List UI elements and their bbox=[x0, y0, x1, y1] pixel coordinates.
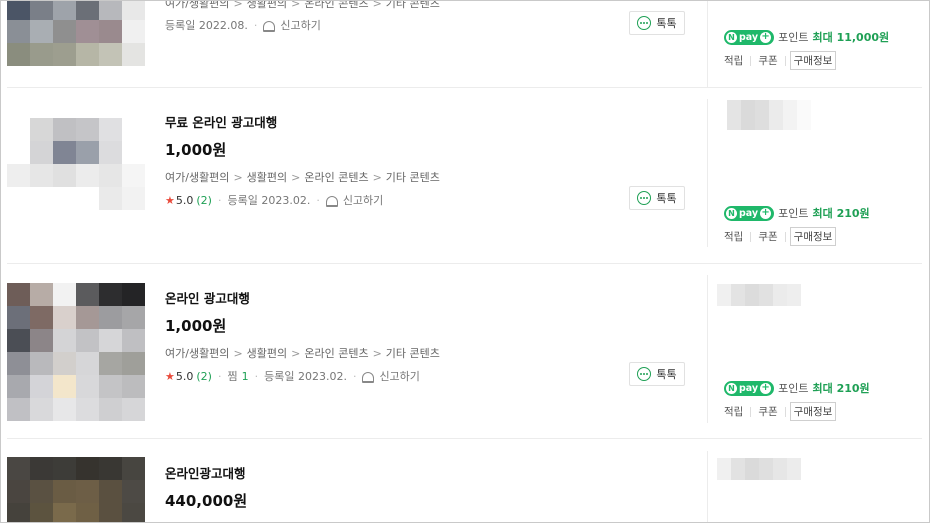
product-title[interactable]: 온라인 광고대행 bbox=[165, 288, 250, 307]
coupon-link[interactable]: 쿠폰 bbox=[758, 404, 777, 419]
talk-talk-button[interactable]: 톡톡 bbox=[629, 186, 685, 210]
category-path: 여가/생활편의 > 생활편의 > 온라인 콘텐츠 > 기타 콘텐츠 bbox=[165, 347, 440, 360]
chat-bubble-icon bbox=[637, 16, 652, 30]
category-item[interactable]: 온라인 콘텐츠 bbox=[304, 347, 368, 360]
report-link[interactable]: 신고하기 bbox=[379, 368, 419, 384]
column-divider bbox=[707, 1, 708, 87]
purchase-info-button[interactable]: 구매정보 bbox=[789, 51, 837, 70]
benefit-links: 적립 쿠폰 구매정보 bbox=[724, 227, 837, 246]
shopping-results-list: 여가/생활편의 > 생활편의 > 온라인 콘텐츠 > 기타 콘텐츠 등록일 2022.08.… bbox=[0, 0, 930, 523]
coupon-link[interactable]: 쿠폰 bbox=[758, 229, 777, 244]
benefit-links: 적립 쿠폰 구매정보 bbox=[724, 51, 837, 70]
row-separator bbox=[7, 87, 922, 88]
category-item[interactable]: 온라인 콘텐츠 bbox=[304, 171, 368, 184]
registration-date: 등록일 2023.02. bbox=[264, 370, 347, 383]
row-separator bbox=[7, 438, 922, 439]
registration-date: 등록일 2022.08. bbox=[165, 19, 248, 32]
benefit-links: 적립 쿠폰 구매정보 bbox=[724, 402, 837, 421]
report-bell-icon[interactable] bbox=[263, 20, 276, 32]
report-bell-icon[interactable] bbox=[325, 195, 338, 207]
purchase-info-button[interactable]: 구매정보 bbox=[789, 227, 837, 246]
category-item[interactable]: 여가/생활편의 bbox=[165, 347, 229, 360]
listing-meta: 등록일 2022.08. · 신고하기 bbox=[165, 17, 321, 33]
star-icon: ★ bbox=[165, 369, 175, 383]
category-item[interactable]: 생활편의 bbox=[247, 347, 287, 360]
category-item[interactable]: 기타 콘텐츠 bbox=[386, 347, 440, 360]
wish-count: 1 bbox=[241, 369, 249, 383]
purchase-info-button[interactable]: 구매정보 bbox=[789, 402, 837, 421]
product-thumbnail-4[interactable] bbox=[7, 457, 145, 522]
product-thumbnail-2[interactable] bbox=[7, 118, 145, 233]
talk-talk-button[interactable]: 톡톡 bbox=[629, 362, 685, 386]
review-count[interactable]: (2) bbox=[196, 370, 212, 383]
report-link[interactable]: 신고하기 bbox=[280, 17, 320, 33]
naverpay-point-info: Npay + 포인트 최대 210원 bbox=[724, 205, 870, 221]
category-path: 여가/생활편의 > 생활편의 > 온라인 콘텐츠 > 기타 콘텐츠 bbox=[165, 171, 440, 184]
naverpay-point-info: Npay + 포인트 최대 11,000원 bbox=[724, 29, 889, 45]
rating-score: 5.0 bbox=[175, 193, 194, 207]
product-thumbnail-3[interactable] bbox=[7, 283, 145, 421]
report-bell-icon[interactable] bbox=[362, 371, 375, 383]
column-divider bbox=[707, 99, 708, 247]
category-item[interactable]: 생활편의 bbox=[247, 171, 287, 184]
earn-link[interactable]: 적립 bbox=[724, 53, 743, 68]
product-title[interactable]: 무료 온라인 광고대행 bbox=[165, 112, 277, 131]
column-divider bbox=[707, 451, 708, 522]
category-item[interactable]: 여가/생활편의 bbox=[165, 171, 229, 184]
seller-name-blurred bbox=[727, 100, 811, 130]
naverpay-icon: Npay + bbox=[724, 29, 775, 45]
naverpay-icon: Npay + bbox=[724, 380, 775, 396]
product-price: 440,000원 bbox=[165, 492, 248, 510]
wish-label: 찜 bbox=[227, 370, 238, 383]
star-icon: ★ bbox=[165, 193, 175, 207]
seller-name-blurred bbox=[717, 284, 801, 306]
category-path: 여가/생활편의 > 생활편의 > 온라인 콘텐츠 > 기타 콘텐츠 bbox=[165, 0, 440, 10]
chat-bubble-icon bbox=[637, 191, 652, 205]
listing-meta: ★ 5.0 (2) · 등록일 2023.02. · 신고하기 bbox=[165, 192, 384, 208]
registration-date: 등록일 2023.02. bbox=[227, 194, 311, 207]
product-price: 1,000원 bbox=[165, 317, 227, 335]
product-price: 1,000원 bbox=[165, 141, 227, 159]
product-title[interactable]: 온라인광고대행 bbox=[165, 463, 246, 482]
naverpay-point-info: Npay + 포인트 최대 210원 bbox=[724, 380, 870, 396]
coupon-link[interactable]: 쿠폰 bbox=[758, 53, 777, 68]
earn-link[interactable]: 적립 bbox=[724, 229, 743, 244]
listing-meta: ★ 5.0 (2) · 찜 1 · 등록일 2023.02. · 신고하기 bbox=[165, 368, 420, 384]
column-divider bbox=[707, 275, 708, 423]
seller-name-blurred bbox=[717, 458, 801, 480]
row-separator bbox=[7, 263, 922, 264]
report-link[interactable]: 신고하기 bbox=[343, 192, 383, 208]
category-item[interactable]: 기타 콘텐츠 bbox=[386, 171, 440, 184]
earn-link[interactable]: 적립 bbox=[724, 404, 743, 419]
talk-talk-button[interactable]: 톡톡 bbox=[629, 11, 685, 35]
product-thumbnail-1[interactable] bbox=[7, 1, 145, 66]
naverpay-icon: Npay + bbox=[724, 205, 775, 221]
chat-bubble-icon bbox=[637, 367, 652, 381]
review-count[interactable]: (2) bbox=[196, 194, 212, 207]
rating-score: 5.0 bbox=[175, 369, 194, 383]
